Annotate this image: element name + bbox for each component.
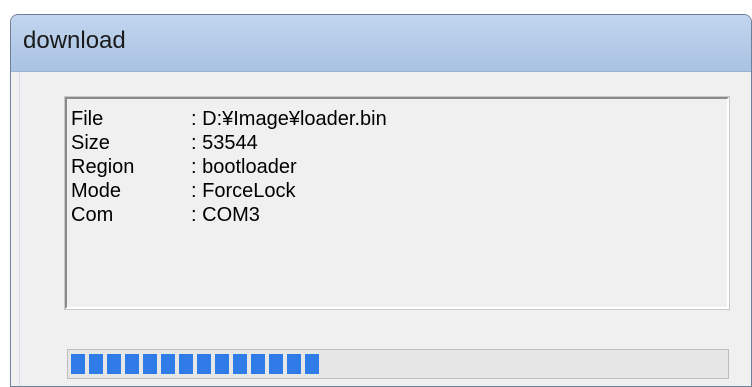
- dialog-body: File D:¥Image¥loader.bin Size 53544 Regi…: [19, 72, 751, 386]
- title-bar[interactable]: download: [11, 15, 751, 72]
- info-panel: File D:¥Image¥loader.bin Size 53544 Regi…: [64, 96, 730, 310]
- window-title: download: [23, 27, 126, 54]
- download-dialog: download File D:¥Image¥loader.bin Size 5…: [10, 14, 752, 387]
- mode-label: Mode: [71, 180, 122, 202]
- com-value: COM3: [191, 203, 260, 227]
- progress-fill: [71, 354, 319, 374]
- file-value: D:¥Image¥loader.bin: [191, 107, 387, 131]
- size-label: Size: [71, 132, 110, 154]
- mode-value: ForceLock: [191, 179, 295, 203]
- region-value: bootloader: [191, 155, 297, 179]
- com-label: Com: [71, 204, 114, 226]
- size-value: 53544: [191, 131, 258, 155]
- file-label: File: [71, 108, 104, 130]
- region-label: Region: [71, 156, 135, 178]
- download-progress-bar: [67, 349, 729, 379]
